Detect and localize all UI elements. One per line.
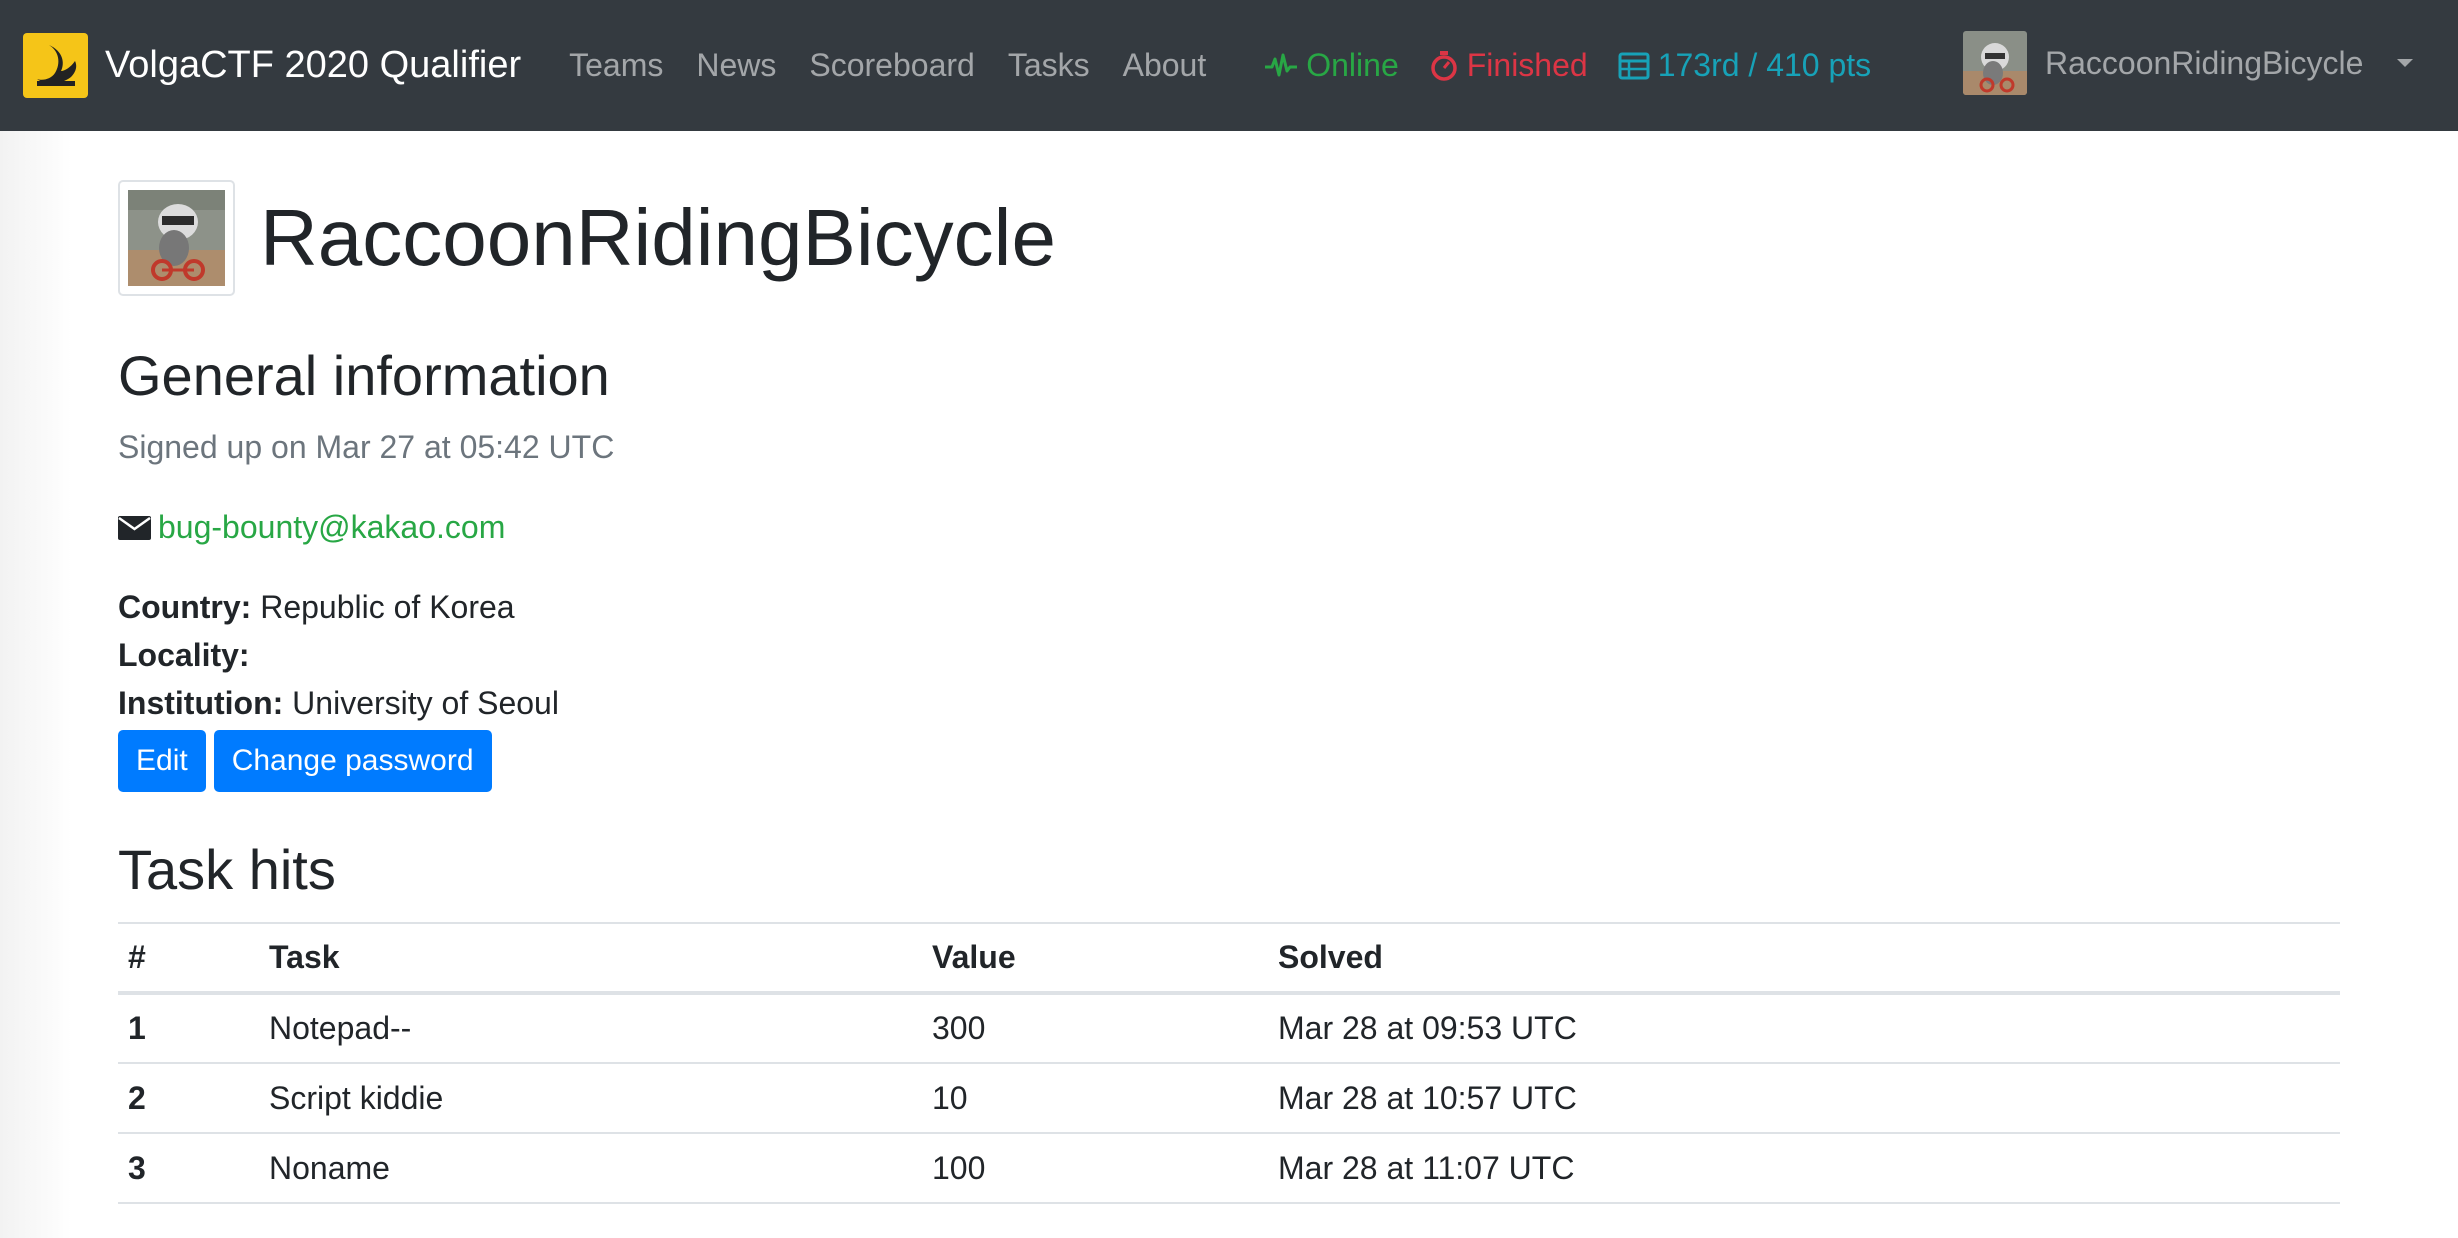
user-name: RaccoonRidingBicycle — [2045, 44, 2364, 81]
table-row: 2 Script kiddie 10 Mar 28 at 10:57 UTC — [118, 1063, 2340, 1134]
country-value: Republic of Korea — [260, 589, 515, 625]
nav-links: Teams News Scoreboard Tasks About — [569, 47, 1239, 84]
task-hits-heading: Task hits — [118, 838, 336, 901]
row-num: 1 — [118, 993, 259, 1064]
row-solved: Mar 28 at 11:07 UTC — [1268, 1133, 2340, 1204]
caret-down-icon — [2397, 59, 2414, 67]
email-row: bug-bounty@kakao.com — [118, 509, 505, 546]
profile-actions: Edit Change password — [118, 730, 500, 792]
nav-link-scoreboard[interactable]: Scoreboard — [809, 47, 974, 84]
brand-title: VolgaCTF 2020 Qualifier — [105, 44, 522, 86]
row-solved: Mar 28 at 10:57 UTC — [1268, 1063, 2340, 1134]
general-info-heading: General information — [118, 344, 610, 407]
heartbeat-icon — [1265, 53, 1298, 76]
row-task: Notepad-- — [259, 993, 922, 1064]
institution-row: Institution: University of Seoul — [118, 685, 559, 722]
top-navbar: VolgaCTF 2020 Qualifier Teams News Score… — [0, 0, 2458, 131]
nav-link-about[interactable]: About — [1123, 47, 1207, 84]
table-row: 1 Notepad-- 300 Mar 28 at 09:53 UTC — [118, 993, 2340, 1064]
status-finished-label: Finished — [1466, 47, 1588, 83]
row-value: 10 — [922, 1063, 1268, 1134]
avatar — [1963, 31, 2027, 95]
institution-label: Institution: — [118, 685, 284, 721]
nav-link-teams[interactable]: Teams — [569, 47, 663, 84]
rank-score-label: 173rd / 410 pts — [1657, 47, 1872, 83]
email-link[interactable]: bug-bounty@kakao.com — [158, 509, 505, 546]
rank-score-link[interactable]: 173rd / 410 pts — [1618, 47, 1871, 84]
country-label: Country: — [118, 589, 252, 625]
status-online-label: Online — [1306, 47, 1399, 83]
stopwatch-icon — [1430, 50, 1457, 81]
row-solved: Mar 28 at 09:53 UTC — [1268, 993, 2340, 1064]
status-finished: Finished — [1429, 47, 1588, 84]
team-avatar — [118, 180, 235, 296]
column-header-value: Value — [922, 922, 1268, 995]
locality-row: Locality: — [118, 637, 250, 674]
nav-link-tasks[interactable]: Tasks — [1008, 47, 1090, 84]
country-row: Country: Republic of Korea — [118, 589, 515, 626]
brand-link[interactable]: VolgaCTF 2020 Qualifier — [23, 33, 521, 98]
envelope-icon — [118, 515, 151, 540]
institution-value: University of Seoul — [292, 685, 559, 721]
status-online: Online — [1264, 47, 1399, 84]
table-row: 3 Noname 100 Mar 28 at 11:07 UTC — [118, 1133, 2340, 1204]
column-header-task: Task — [259, 922, 922, 995]
signed-up-text: Signed up on Mar 27 at 05:42 UTC — [118, 429, 615, 465]
row-value: 300 — [922, 993, 1268, 1064]
volgactf-logo-icon — [23, 33, 88, 98]
table-header-row: # Task Value Solved — [118, 922, 2340, 995]
row-value: 100 — [922, 1133, 1268, 1204]
row-num: 3 — [118, 1133, 259, 1204]
column-header-solved: Solved — [1268, 922, 2340, 995]
edit-button[interactable]: Edit — [118, 730, 206, 792]
change-password-button[interactable]: Change password — [213, 730, 492, 792]
row-num: 2 — [118, 1063, 259, 1134]
table-icon — [1618, 52, 1650, 79]
profile-header: RaccoonRidingBicycle — [118, 180, 1056, 296]
task-hits-table: # Task Value Solved 1 Notepad-- 300 Mar … — [118, 922, 2340, 1204]
row-task: Noname — [259, 1133, 922, 1204]
user-menu-dropdown[interactable]: RaccoonRidingBicycle — [1963, 30, 2414, 96]
page-left-shade — [0, 131, 72, 1238]
nav-link-news[interactable]: News — [696, 47, 776, 84]
row-task: Script kiddie — [259, 1063, 922, 1134]
page-title: RaccoonRidingBicycle — [260, 193, 1056, 282]
locality-label: Locality: — [118, 637, 250, 673]
team-avatar-image — [128, 190, 225, 286]
column-header-num: # — [118, 922, 259, 995]
